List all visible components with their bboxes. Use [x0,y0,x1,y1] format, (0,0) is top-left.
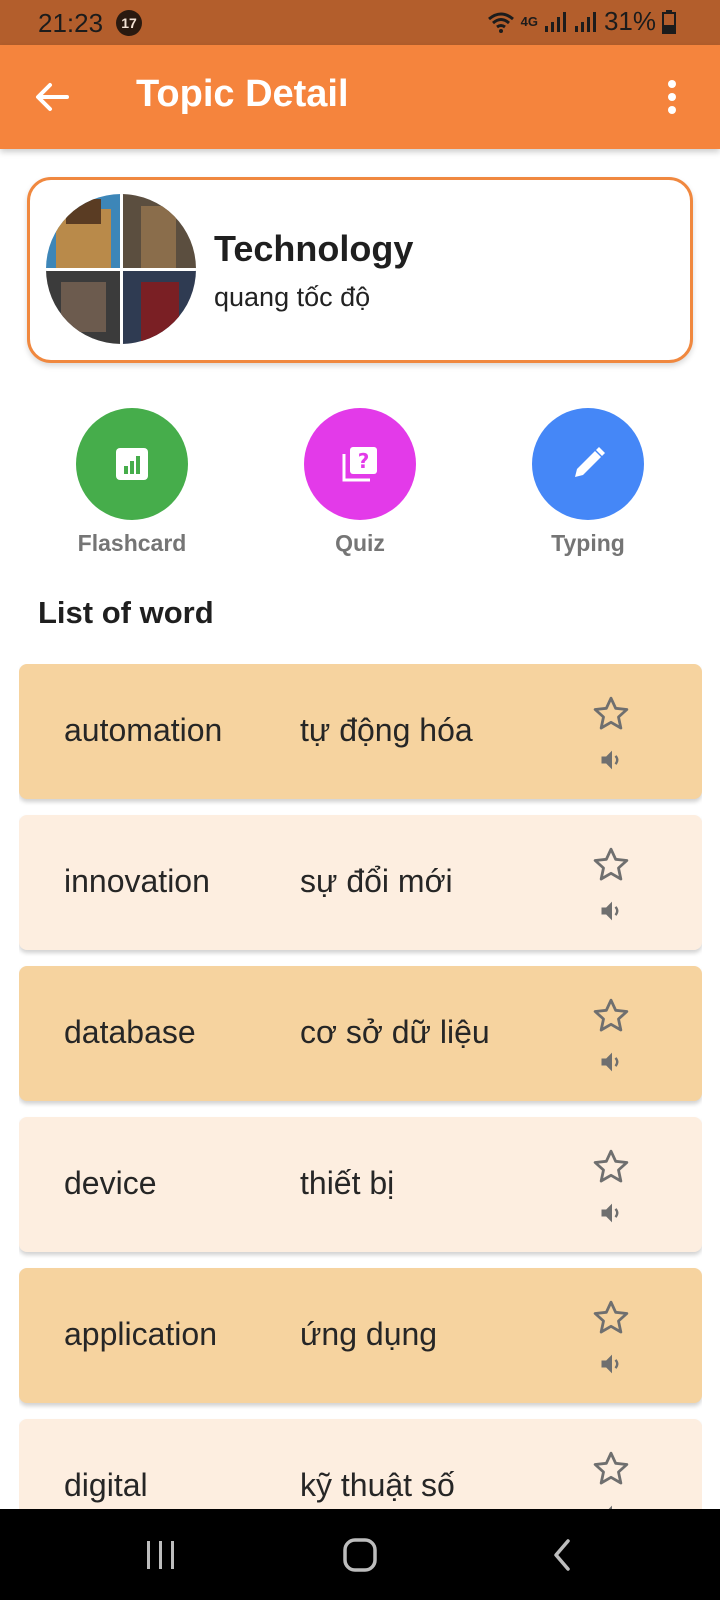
flashcard-button[interactable] [76,408,188,520]
star-icon[interactable] [591,694,631,734]
topic-collage-image [46,194,196,344]
flashcard-mode[interactable]: Flashcard [42,408,222,557]
recent-apps-icon [147,1541,174,1569]
status-time: 21:23 [38,8,104,38]
star-icon[interactable] [591,996,631,1036]
recent-apps-button[interactable] [137,1531,185,1579]
pencil-icon [575,447,605,477]
back-button[interactable] [30,75,74,119]
app-bar: Topic Detail [0,45,720,149]
home-button[interactable] [336,1531,384,1579]
typing-button[interactable] [532,408,644,520]
word-english: device [64,1165,157,1201]
star-icon[interactable] [591,1298,631,1338]
more-options-button[interactable] [660,73,684,121]
battery-icon [662,9,676,34]
system-nav-bar [0,1509,720,1600]
typing-label: Typing [551,530,625,556]
word-vietnamese: sự đổi mới [300,863,453,899]
topic-card: Technology quang tốc độ [27,177,693,363]
star-icon[interactable] [591,1147,631,1187]
section-title: List of word [38,595,214,630]
quiz-icon: ? [342,447,377,482]
back-icon [554,1539,570,1571]
signal-icon [544,11,566,32]
flashcard-icon [116,448,148,480]
page-title: Topic Detail [136,73,349,115]
notification-count-badge: 17 [116,10,142,36]
topic-subtitle: quang tốc độ [214,282,371,312]
topic-avatar [46,194,196,344]
status-bar: 21:23 17 4G 31% [0,0,720,45]
word-row[interactable]: digital kỹ thuật số [19,1419,702,1509]
word-row[interactable]: automation tự động hóa [19,664,702,799]
speaker-icon[interactable] [598,1048,626,1076]
speaker-icon[interactable] [598,746,626,774]
home-icon [343,1538,377,1572]
signal-icon-2 [574,11,596,32]
word-row[interactable]: innovation sự đổi mới [19,815,702,950]
word-english: innovation [64,863,210,899]
star-icon[interactable] [591,1449,631,1489]
speaker-icon[interactable] [598,1350,626,1378]
word-row[interactable]: database cơ sở dữ liệu [19,966,702,1101]
network-type: 4G [520,14,538,29]
word-vietnamese: tự động hóa [300,712,473,748]
speaker-icon[interactable] [598,1199,626,1227]
svg-text:?: ? [358,449,370,473]
battery-percent: 31% [603,6,656,36]
topic-name: Technology [214,228,414,269]
word-english: automation [64,712,223,748]
word-row[interactable]: application ứng dụng [19,1268,702,1403]
flashcard-label: Flashcard [77,530,187,556]
word-vietnamese: thiết bị [300,1165,395,1201]
quiz-button[interactable]: ? [304,408,416,520]
wifi-icon [487,12,514,33]
arrow-left-icon [36,83,69,111]
word-list[interactable]: automation tự động hóa innovation sự đổi… [19,664,702,1509]
quiz-mode[interactable]: ? Quiz [270,408,450,557]
quiz-label: Quiz [335,530,385,556]
word-vietnamese: cơ sở dữ liệu [300,1014,490,1050]
word-row[interactable]: device thiết bị [19,1117,702,1252]
word-vietnamese: kỹ thuật số [300,1467,455,1503]
typing-mode[interactable]: Typing [498,408,678,557]
more-vertical-icon [668,80,676,114]
system-back-button[interactable] [538,1531,586,1579]
word-english: database [64,1014,196,1050]
word-english: application [64,1316,217,1352]
word-vietnamese: ứng dụng [300,1316,438,1352]
star-icon[interactable] [591,845,631,885]
word-english: digital [64,1467,148,1503]
speaker-icon[interactable] [598,897,626,925]
status-icons: 4G 31% [487,6,676,37]
speaker-icon[interactable] [598,1501,626,1509]
